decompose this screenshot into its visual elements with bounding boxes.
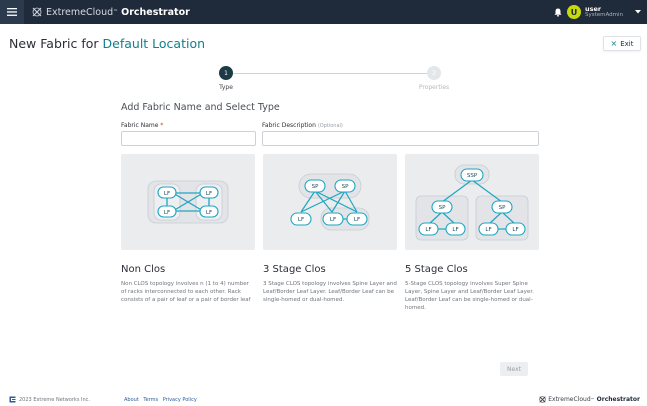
non-clos-title: Non Clos: [121, 264, 166, 275]
about-link[interactable]: About: [124, 397, 139, 403]
node-label: LF: [452, 227, 458, 233]
node-label: LF: [354, 217, 360, 223]
fabric-name-input[interactable]: [121, 131, 256, 146]
footer-links: About Terms Privacy Policy: [124, 397, 200, 403]
user-role: SystemAdmin: [584, 12, 623, 18]
fabric-name-label-text: Fabric Name: [121, 122, 159, 129]
node-label: SP: [342, 184, 349, 190]
3-stage-clos-description: 3 Stage CLOS topology involves Spine Lay…: [263, 281, 397, 303]
fabric-description-input[interactable]: [262, 131, 539, 146]
copyright-text: 2023 Extreme Networks Inc.: [19, 397, 91, 403]
fabric-type-card-non-clos[interactable]: LF LF LF LF: [121, 154, 255, 250]
notification-bell-icon[interactable]: [554, 8, 562, 17]
footer: 2023 Extreme Networks Inc. About Terms P…: [0, 395, 647, 406]
extreme-logo-icon: [539, 396, 546, 403]
optional-marker: (Optional): [317, 123, 343, 129]
extreme-logo-icon: [32, 7, 42, 17]
chevron-down-icon[interactable]: [635, 10, 641, 14]
app-brand[interactable]: ExtremeCloud ™ Orchestrator: [32, 7, 190, 18]
node-label: LF: [330, 217, 336, 223]
section-title: Add Fabric Name and Select Type: [121, 102, 280, 113]
footer-brand-trademark: ™: [590, 397, 595, 402]
node-label: LF: [512, 227, 518, 233]
fabric-description-label-text: Fabric Description: [262, 122, 316, 129]
hamburger-icon: [7, 8, 17, 16]
step-properties-label: Properties: [418, 84, 450, 91]
close-icon: ×: [610, 39, 618, 48]
exit-button[interactable]: × Exit: [603, 36, 641, 51]
footer-brand: ExtremeCloud ™ Orchestrator: [539, 396, 640, 403]
node-label: LF: [485, 227, 491, 233]
terms-link[interactable]: Terms: [143, 397, 158, 403]
next-button[interactable]: Next: [500, 362, 528, 376]
fabric-type-card-5-stage-clos[interactable]: SSP SP SP LF LF LF LF: [405, 154, 539, 250]
step-properties-indicator[interactable]: 2: [427, 66, 441, 80]
footer-brand-product: Orchestrator: [596, 396, 640, 403]
node-label: SP: [439, 205, 446, 211]
page-title: New Fabric for Default Location: [9, 36, 205, 51]
privacy-policy-link[interactable]: Privacy Policy: [163, 397, 197, 403]
exit-button-label: Exit: [620, 39, 634, 48]
fabric-description-label: Fabric Description (Optional): [262, 122, 343, 129]
footer-brand-name: ExtremeCloud: [548, 396, 591, 403]
stepper-connector: [233, 73, 431, 74]
required-marker: *: [160, 122, 164, 129]
node-label: SSP: [467, 173, 478, 179]
node-label: LF: [164, 191, 170, 197]
user-menu[interactable]: user SystemAdmin: [584, 5, 623, 19]
brand-name: ExtremeCloud: [46, 6, 114, 18]
step-type-indicator[interactable]: 1: [219, 66, 233, 80]
node-label: LF: [298, 217, 304, 223]
brand-trademark: ™: [113, 9, 119, 15]
node-label: SP: [312, 184, 319, 190]
non-clos-topology-diagram: LF LF LF LF: [147, 180, 229, 224]
page-title-location: Default Location: [102, 36, 206, 51]
node-label: SP: [499, 205, 506, 211]
node-label: LF: [206, 191, 212, 197]
user-area: U user SystemAdmin: [554, 0, 641, 24]
extreme-networks-logo-icon: [9, 396, 16, 403]
node-label: LF: [164, 210, 170, 216]
fabric-type-card-3-stage-clos[interactable]: SP SP LF LF LF: [263, 154, 397, 250]
top-navigation-bar: ExtremeCloud ™ Orchestrator U user System…: [0, 0, 647, 24]
hamburger-menu-button[interactable]: [0, 0, 24, 24]
non-clos-description: Non CLOS topology involves n (1 to 4) nu…: [121, 281, 251, 303]
node-label: LF: [206, 210, 212, 216]
user-avatar[interactable]: U: [566, 5, 581, 19]
fabric-name-label: Fabric Name *: [121, 122, 163, 129]
5-stage-clos-title: 5 Stage Clos: [405, 264, 468, 275]
node-label: LF: [425, 227, 431, 233]
5-stage-clos-description: 5-Stage CLOS topology involves Super Spi…: [405, 281, 534, 311]
page-title-prefix: New Fabric for: [9, 36, 99, 51]
3-stage-clos-title: 3 Stage Clos: [263, 264, 326, 275]
brand-product: Orchestrator: [121, 6, 190, 18]
5-stage-clos-topology-diagram: SSP SP SP LF LF LF LF: [415, 164, 529, 241]
3-stage-clos-topology-diagram: SP SP LF LF LF: [290, 173, 370, 231]
step-type-label: Type: [219, 84, 233, 91]
